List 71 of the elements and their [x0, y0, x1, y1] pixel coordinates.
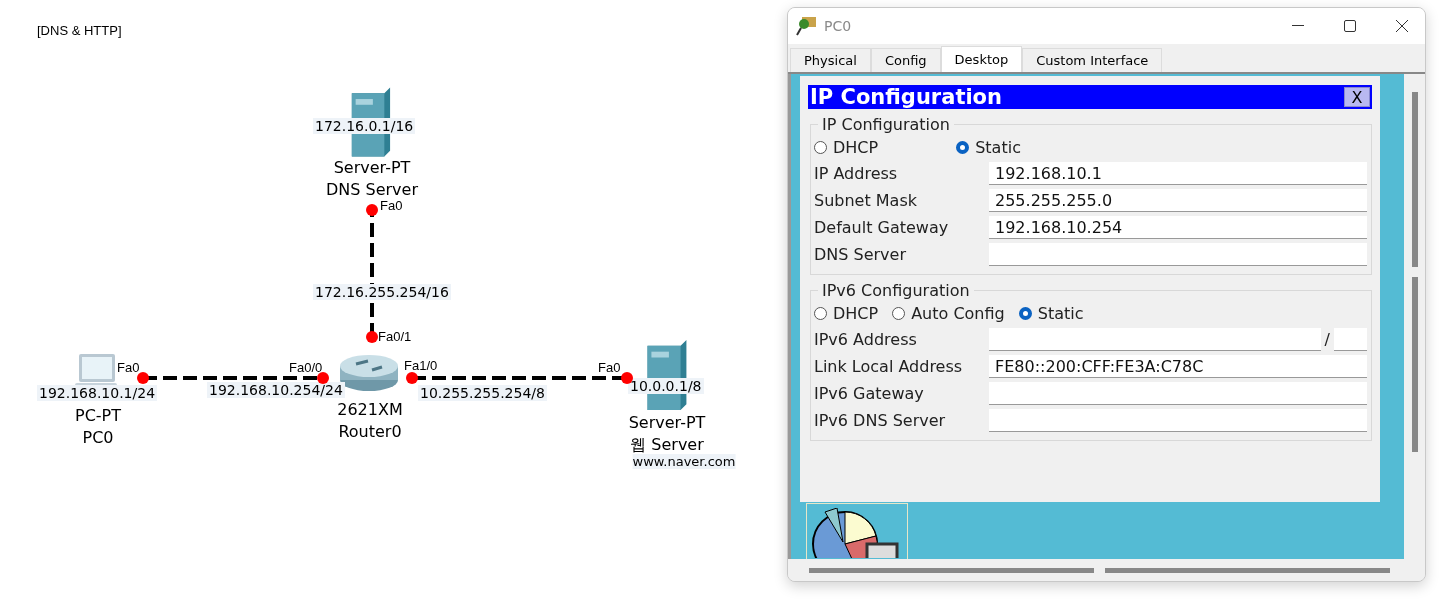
field-label: IPv6 DNS Server [814, 411, 947, 430]
radio-button[interactable] [956, 140, 970, 154]
window-title: PC0 [824, 18, 853, 34]
input-field[interactable]: FE80::200:CFF:FE3A:C78C [989, 355, 1367, 378]
radio-label[interactable]: DHCP [833, 137, 879, 157]
input-field[interactable] [989, 382, 1367, 405]
input-field[interactable]: 255.255.255.0 [989, 189, 1367, 212]
ip-address-label: 172.16.255.254/16 [313, 284, 451, 300]
ip-address-label: 10.0.0.1/8 [628, 378, 704, 394]
device-name: 웹 Server [630, 435, 704, 456]
device-url: www.naver.com [632, 454, 736, 469]
radio-label[interactable]: DHCP [833, 303, 879, 323]
group-legend: IP Configuration [818, 115, 954, 134]
input-field[interactable] [989, 328, 1321, 351]
input-field[interactable]: 192.168.10.1 [989, 162, 1367, 185]
device-model: Server-PT [333, 158, 411, 177]
port-dot [621, 372, 633, 384]
radio-label[interactable]: Static [1037, 303, 1084, 323]
app-tile[interactable] [806, 503, 908, 559]
horizontal-scrollbar[interactable] [788, 559, 1425, 581]
ip-address-label: 172.16.0.1/16 [313, 118, 416, 134]
port-dot [366, 204, 378, 216]
port-label: Fa0/0 [289, 360, 323, 375]
port-label: Fa0 [598, 360, 621, 375]
field-label: Link Local Address [814, 357, 964, 376]
port-dot [317, 372, 329, 384]
tab[interactable]: Config [870, 48, 941, 72]
radio-label[interactable]: Static [975, 137, 1021, 157]
radio-button[interactable] [892, 306, 906, 320]
device-model: 2621XM [337, 400, 403, 419]
field-label: IPv6 Address [814, 330, 918, 349]
device-name: DNS Server [326, 180, 418, 199]
input-field[interactable] [989, 243, 1367, 266]
tab[interactable]: Desktop [940, 46, 1023, 72]
field-label: Default Gateway [814, 218, 950, 237]
field-label: Subnet Mask [814, 191, 918, 210]
port-label: Fa0 [380, 198, 403, 213]
prefix-field[interactable] [1334, 328, 1367, 351]
input-field[interactable]: 192.168.10.254 [989, 216, 1367, 239]
device-model: Server-PT [628, 413, 706, 432]
group-legend: IPv6 Configuration [818, 281, 974, 300]
close-button[interactable]: X [1344, 87, 1370, 107]
minimize-icon [1292, 25, 1304, 27]
ip-address-label: 192.168.10.254/24 [207, 382, 345, 398]
port-dot [366, 331, 378, 343]
port-label: Fa1/0 [404, 358, 438, 373]
field-label: IPv6 Gateway [814, 384, 925, 403]
port-label: Fa0 [117, 360, 140, 375]
radio-button[interactable] [814, 306, 827, 320]
device-name: PC0 [82, 428, 114, 447]
tab[interactable]: Physical [790, 48, 871, 72]
device-model: PC-PT [75, 406, 121, 425]
prefix-separator: / [1324, 330, 1330, 349]
dialog-title: IP Configuration [810, 85, 1002, 109]
radio-label[interactable]: Auto Config [911, 303, 1005, 323]
app-icon [796, 15, 818, 37]
maximize-icon [1344, 20, 1356, 32]
port-dot [137, 372, 149, 384]
close-icon [1396, 20, 1408, 32]
port-dot [406, 372, 418, 384]
field-label: DNS Server [814, 245, 907, 264]
topology-title: [DNS & HTTP] [37, 23, 122, 38]
ip-address-label: 192.168.10.1/24 [37, 385, 158, 401]
port-label: Fa0/1 [378, 329, 412, 344]
radio-button[interactable] [814, 140, 827, 154]
device-name: Router0 [338, 422, 402, 441]
ip-address-label: 10.255.255.254/8 [418, 385, 547, 401]
field-label: IP Address [814, 164, 899, 183]
radio-button[interactable] [1018, 306, 1032, 320]
tab[interactable]: Custom Interface [1022, 48, 1163, 72]
input-field[interactable] [989, 409, 1367, 432]
